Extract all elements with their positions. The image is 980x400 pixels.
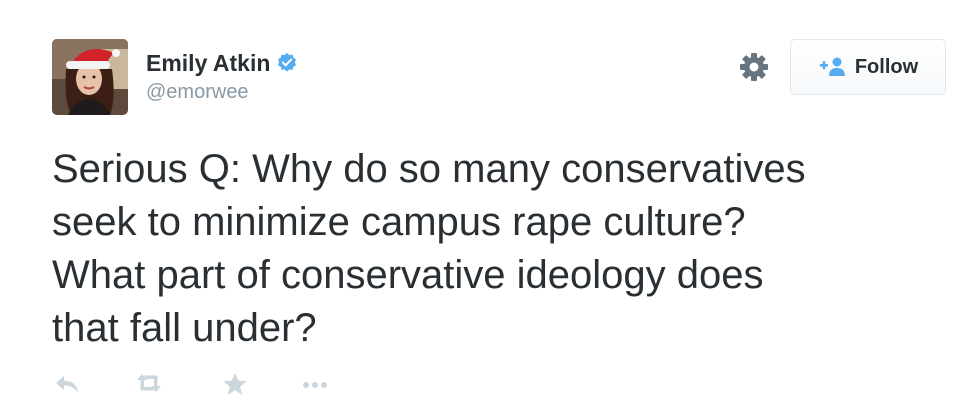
tweet-line: seek to minimize campus rape culture? [52, 200, 746, 244]
reply-icon[interactable] [54, 372, 80, 399]
tweet-line: Serious Q: Why do so many conservatives [52, 147, 806, 191]
verified-badge-icon [276, 52, 298, 74]
retweet-icon[interactable] [134, 372, 164, 399]
display-name[interactable]: Emily Atkin [146, 50, 270, 76]
user-handle[interactable]: @emorwee [146, 81, 298, 103]
tweet-card: Emily Atkin @emorwee Follow Serious Q: W… [0, 0, 980, 400]
follow-label: Follow [854, 55, 919, 78]
tweet-line: that fall under? [52, 306, 317, 350]
add-user-icon [818, 56, 846, 78]
avatar[interactable] [52, 39, 128, 115]
tweet-text: Serious Q: Why do so many conservatives … [52, 143, 952, 355]
avatar-image [52, 39, 128, 115]
more-icon[interactable] [300, 372, 330, 399]
tweet-line: What part of conservative ideology does [52, 253, 764, 297]
follow-button[interactable]: Follow [790, 39, 946, 95]
gear-icon[interactable] [737, 50, 771, 84]
star-icon[interactable] [222, 372, 248, 400]
user-info: Emily Atkin @emorwee [146, 50, 298, 103]
name-row: Emily Atkin [146, 50, 298, 76]
